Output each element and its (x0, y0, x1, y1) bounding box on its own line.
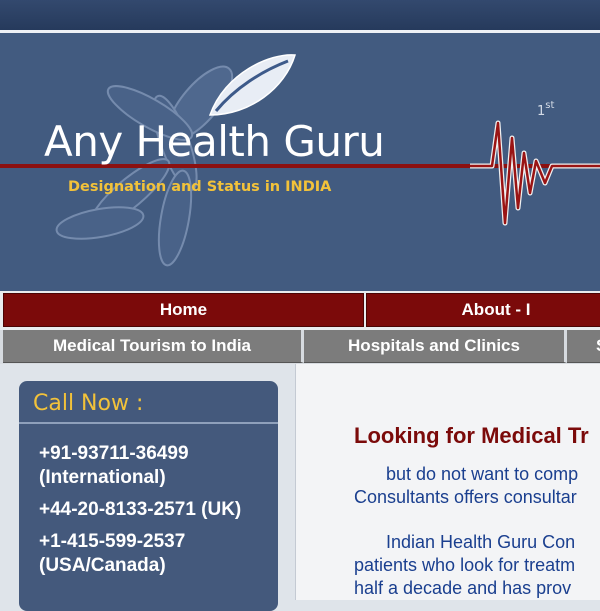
phone-international[interactable]: +91-93711-36499 (International) (39, 442, 274, 490)
site-title: Any Health Guru (44, 117, 385, 166)
call-box-divider (19, 422, 278, 424)
nav-hospitals-clinics[interactable]: Hospitals and Clinics (304, 330, 567, 363)
banner-first-mark: 1st (537, 100, 555, 119)
sidebar: Call Now : +91-93711-36499 (Internationa… (0, 364, 296, 611)
site-tagline: Designation and Status in INDIA (68, 179, 332, 195)
phone-uk[interactable]: +44-20-8133-2571 (UK) (39, 498, 274, 522)
call-now-box: Call Now : +91-93711-36499 (Internationa… (19, 381, 278, 611)
phone-usa-canada[interactable]: +1-415-599-2537 (USA/Canada) (39, 530, 274, 578)
primary-nav: Home About - I (0, 291, 600, 330)
paragraph-line: Indian Health Guru Con (386, 532, 576, 552)
nav-about[interactable]: About - I (366, 293, 600, 327)
call-now-heading: Call Now : (33, 391, 144, 416)
nav-home[interactable]: Home (3, 293, 364, 327)
phone-list: +91-93711-36499 (International) +44-20-8… (39, 442, 274, 586)
main-content: Looking for Medical Tr but do not want t… (296, 364, 600, 600)
nav-next[interactable]: S (567, 330, 600, 363)
about-paragraph: Indian Health Guru Con patients who look… (354, 531, 600, 600)
paragraph-line: patients who look for treatm (354, 555, 576, 575)
paragraph-line: half a decade and has prov (354, 578, 572, 598)
header-banner: Any Health Guru Designation and Status i… (0, 33, 600, 291)
paragraph-line: but do not want to comp (386, 464, 579, 484)
paragraph-line: Consultants offers consultar (354, 487, 577, 507)
main-heading: Looking for Medical Tr (354, 423, 589, 448)
secondary-nav: Medical Tourism to India Hospitals and C… (0, 330, 600, 364)
top-bar (0, 0, 600, 30)
nav-medical-tourism[interactable]: Medical Tourism to India (3, 330, 304, 363)
intro-paragraph: but do not want to comp Consultants offe… (354, 463, 600, 509)
